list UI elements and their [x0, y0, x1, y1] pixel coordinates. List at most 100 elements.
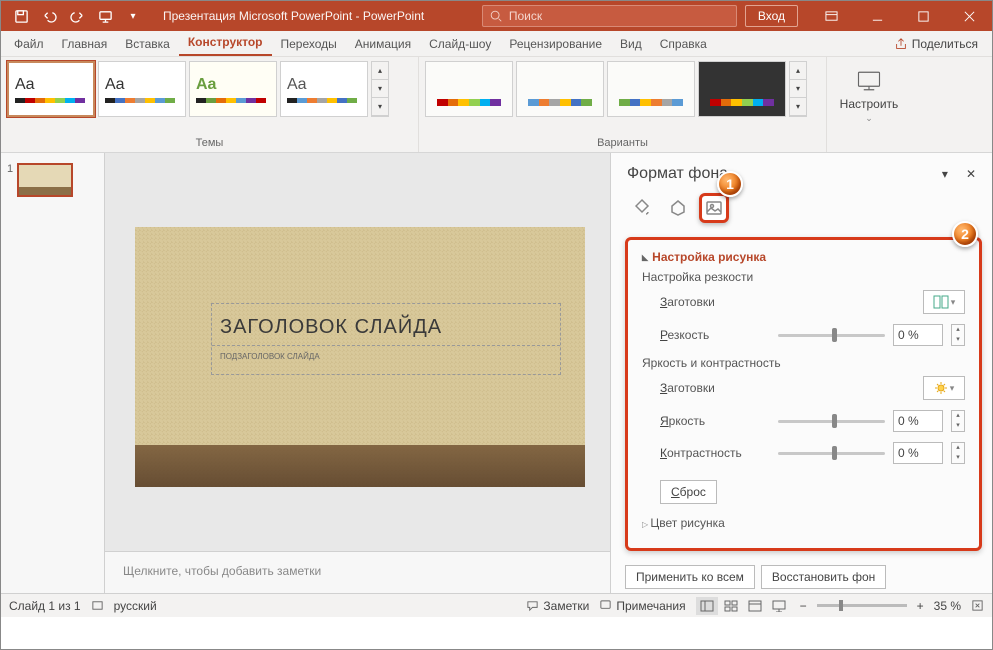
sharpness-heading: Настройка резкости — [642, 270, 965, 284]
zoom-in-icon[interactable]: + — [917, 599, 924, 613]
section-picture-color[interactable]: Цвет рисунка — [642, 516, 965, 530]
theme-thumb[interactable]: Aa — [98, 61, 186, 117]
reading-view-icon[interactable] — [744, 597, 766, 615]
sharpness-label: Резкость — [660, 328, 770, 342]
fill-tab-icon[interactable] — [627, 193, 657, 223]
presets-label-2: Заготовки — [660, 381, 770, 395]
variant-thumb[interactable] — [425, 61, 513, 117]
zoom-out-icon[interactable]: − — [800, 599, 807, 613]
ribbon-tabs: Файл Главная Вставка Конструктор Переход… — [1, 31, 992, 57]
slide-canvas[interactable]: ЗАГОЛОВОК СЛАЙДА ПОДЗАГОЛОВОК СЛАЙДА — [105, 153, 610, 551]
zoom-slider[interactable] — [817, 604, 907, 607]
picture-settings-section: Настройка рисунка Настройка резкости Заг… — [625, 237, 982, 551]
group-label-themes: Темы — [7, 135, 412, 151]
theme-gallery-expand[interactable]: ▴▾▾ — [371, 61, 389, 117]
slide-thumbnail-panel: 1 — [1, 153, 105, 593]
slide-subtitle-text: ПОДЗАГОЛОВОК СЛАЙДА — [220, 352, 552, 361]
signin-button[interactable]: Вход — [745, 5, 798, 27]
slide-thumbnail[interactable] — [17, 163, 73, 197]
picture-tab-icon[interactable] — [699, 193, 729, 223]
group-label-variants: Варианты — [425, 135, 820, 151]
contrast-slider[interactable] — [778, 452, 885, 455]
tab-home[interactable]: Главная — [53, 32, 117, 56]
search-placeholder: Поиск — [509, 9, 542, 23]
tab-file[interactable]: Файл — [5, 32, 53, 56]
brightness-spinner[interactable]: ▴▾ — [951, 410, 965, 432]
brightness-heading: Яркость и контрастность — [642, 356, 965, 370]
qat-more-icon[interactable]: ▾ — [121, 4, 145, 28]
callout-2: 2 — [952, 221, 978, 247]
document-title: Презентация Microsoft PowerPoint - Power… — [153, 9, 482, 23]
start-show-icon[interactable] — [93, 4, 117, 28]
tab-design[interactable]: Конструктор — [179, 30, 272, 56]
slide-editor: ЗАГОЛОВОК СЛАЙДА ПОДЗАГОЛОВОК СЛАЙДА Щел… — [105, 153, 610, 593]
redo-icon[interactable] — [65, 4, 89, 28]
ribbon-display-icon[interactable] — [808, 1, 854, 31]
tab-help[interactable]: Справка — [651, 32, 716, 56]
maximize-icon[interactable] — [900, 1, 946, 31]
tab-view[interactable]: Вид — [611, 32, 651, 56]
brightness-slider[interactable] — [778, 420, 885, 423]
presets-label: Заготовки — [660, 295, 770, 309]
slideshow-view-icon[interactable] — [768, 597, 790, 615]
sorter-view-icon[interactable] — [720, 597, 742, 615]
ribbon: Aa Aa Aa Aa ▴▾▾ Темы ▴▾▾ Варианты Настро… — [1, 57, 992, 153]
sharpness-presets-button[interactable]: ▾ — [923, 290, 965, 314]
notes-placeholder[interactable]: Щелкните, чтобы добавить заметки — [105, 551, 610, 593]
minimize-icon[interactable] — [854, 1, 900, 31]
slide-number: 1 — [7, 163, 13, 197]
contrast-spinner[interactable]: ▴▾ — [951, 442, 965, 464]
variant-thumb[interactable] — [607, 61, 695, 117]
close-icon[interactable] — [946, 1, 992, 31]
brightness-presets-button[interactable]: ▾ — [923, 376, 965, 400]
section-picture-corrections[interactable]: Настройка рисунка — [642, 250, 965, 264]
slide-title-text: ЗАГОЛОВОК СЛАЙДА — [220, 316, 552, 339]
pane-title: Формат фона — [627, 165, 728, 183]
effects-tab-icon[interactable] — [663, 193, 693, 223]
save-icon[interactable] — [9, 4, 33, 28]
status-language[interactable]: русский — [114, 599, 157, 613]
restore-background-button[interactable]: Восстановить фон — [761, 565, 886, 589]
contrast-value[interactable]: 0 % — [893, 442, 943, 464]
normal-view-icon[interactable] — [696, 597, 718, 615]
slide-floor-graphic — [135, 445, 585, 487]
theme-thumb[interactable]: Aa — [189, 61, 277, 117]
theme-thumb[interactable]: Aa — [7, 61, 95, 117]
sharpness-slider[interactable] — [778, 334, 885, 337]
spellcheck-icon[interactable] — [91, 599, 104, 612]
sharpness-spinner[interactable]: ▴▾ — [951, 324, 965, 346]
pane-options-icon[interactable]: ▾ — [942, 167, 948, 181]
format-background-pane: Формат фона ▾ ✕ 1 2 Настройка рисунка На… — [610, 153, 992, 593]
tab-transitions[interactable]: Переходы — [272, 32, 346, 56]
callout-1: 1 — [717, 171, 743, 197]
configure-button[interactable]: Настроить ⌄ — [833, 61, 905, 124]
pane-close-icon[interactable]: ✕ — [966, 167, 976, 181]
share-button[interactable]: Поделиться — [884, 32, 988, 56]
fit-to-window-icon[interactable] — [971, 599, 984, 612]
zoom-level[interactable]: 35 % — [934, 599, 961, 613]
tab-review[interactable]: Рецензирование — [500, 32, 611, 56]
undo-icon[interactable] — [37, 4, 61, 28]
apply-to-all-button[interactable]: Применить ко всем — [625, 565, 755, 589]
slide[interactable]: ЗАГОЛОВОК СЛАЙДА ПОДЗАГОЛОВОК СЛАЙДА — [135, 227, 585, 487]
reset-button[interactable]: Сброс — [660, 480, 717, 504]
variant-thumb[interactable] — [698, 61, 786, 117]
tab-slideshow[interactable]: Слайд-шоу — [420, 32, 500, 56]
variant-thumb[interactable] — [516, 61, 604, 117]
brightness-label: Яркость — [660, 414, 770, 428]
search-input[interactable]: Поиск — [482, 5, 737, 27]
title-bar: ▾ Презентация Microsoft PowerPoint - Pow… — [1, 1, 992, 31]
title-placeholder[interactable]: ЗАГОЛОВОК СЛАЙДА ПОДЗАГОЛОВОК СЛАЙДА — [211, 303, 561, 375]
status-slide-count: Слайд 1 из 1 — [9, 599, 81, 613]
comments-toggle[interactable]: Примечания — [599, 599, 685, 613]
tab-insert[interactable]: Вставка — [116, 32, 179, 56]
notes-toggle[interactable]: Заметки — [526, 599, 589, 613]
brightness-value[interactable]: 0 % — [893, 410, 943, 432]
view-buttons — [696, 597, 790, 615]
workspace: 1 ЗАГОЛОВОК СЛАЙДА ПОДЗАГОЛОВОК СЛАЙДА Щ… — [1, 153, 992, 593]
tab-animations[interactable]: Анимация — [346, 32, 420, 56]
variant-gallery-expand[interactable]: ▴▾▾ — [789, 61, 807, 117]
theme-thumb[interactable]: Aa — [280, 61, 368, 117]
sharpness-value[interactable]: 0 % — [893, 324, 943, 346]
contrast-label: Контрастность — [660, 446, 770, 460]
